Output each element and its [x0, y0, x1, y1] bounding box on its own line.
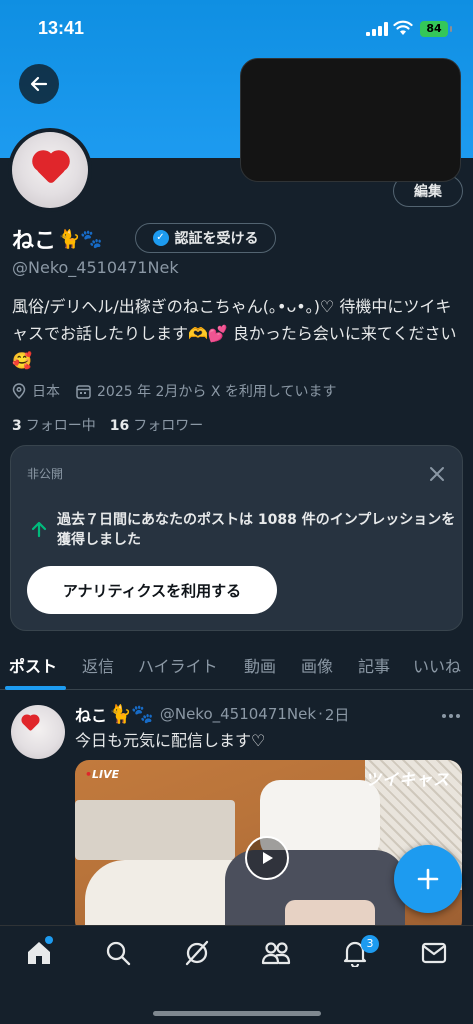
profile-bio: 風俗/デリヘル/出稼ぎのねこちゃん(｡•ᴗ•｡)♡ 待機中にツイキャスでお話した… — [12, 297, 457, 370]
live-label: •LIVE — [85, 768, 120, 781]
display-name: ねこ — [12, 229, 57, 254]
live-text: LIVE — [92, 768, 120, 781]
redacted-overlay — [240, 58, 461, 182]
play-icon — [263, 852, 273, 864]
post-text: 今日も元気に配信します♡ — [75, 731, 266, 750]
wifi-icon — [393, 20, 413, 35]
tab-replies[interactable]: 返信 — [82, 653, 114, 677]
tab-likes[interactable]: いいね — [413, 653, 461, 677]
impressions-message: 過去７日間にあなたのポストは 1088 件のインプレッションを獲得しました — [57, 512, 456, 548]
tab-videos[interactable]: 動画 — [244, 653, 276, 677]
heart-sticker — [35, 153, 67, 185]
battery-indicator: 84 — [420, 21, 452, 37]
post-video[interactable]: •LIVE ツイキャス — [75, 760, 462, 935]
avatar-image — [12, 132, 88, 208]
post-separator: · — [318, 705, 323, 723]
name-row: ねこ 🐈🐾 — [12, 224, 103, 255]
joined-item: 2025 年 2月から X を利用しています — [76, 381, 337, 401]
name-emoji: 🐈🐾 — [58, 228, 103, 250]
following-label: フォロー中 — [25, 418, 96, 434]
close-icon[interactable] — [427, 464, 447, 484]
signal-icon — [366, 22, 388, 36]
post-header: ねこ 🐈🐾 @Neko_4510471Nek · 2日 — [75, 703, 350, 726]
media-shelf — [75, 800, 235, 860]
profile-meta: 日本 2025 年 2月から X を利用しています — [12, 380, 353, 402]
post-author-handle: @Neko_4510471Nek — [159, 705, 317, 723]
post-name-emoji: 🐈🐾 — [109, 703, 154, 725]
plus-icon — [417, 868, 439, 890]
nav-messages[interactable] — [419, 938, 449, 968]
nav-search[interactable] — [103, 938, 133, 968]
heart-sticker — [22, 715, 39, 732]
following-link[interactable]: 3 フォロー中 — [12, 415, 96, 435]
status-bar: 13:41 84 — [0, 0, 473, 58]
back-button[interactable] — [19, 64, 59, 104]
private-label: 非公開 — [27, 467, 64, 481]
post-time: 2日 — [324, 705, 350, 724]
tab-highlights[interactable]: ハイライト — [138, 653, 218, 677]
profile-avatar[interactable] — [8, 128, 92, 212]
joined-text: 2025 年 2月から X を利用しています — [97, 384, 337, 400]
tab-images[interactable]: 画像 — [301, 653, 333, 677]
follow-stats: 3 フォロー中 16 フォロワー — [12, 415, 217, 435]
search-icon — [106, 941, 131, 966]
back-arrow-icon — [30, 76, 48, 92]
followers-link[interactable]: 16 フォロワー — [110, 415, 203, 435]
communities-icon — [261, 942, 291, 965]
profile-tabs: ポスト 返信 ハイライト 動画 画像 記事 いいね — [0, 640, 473, 690]
notification-badge: 3 — [361, 935, 379, 953]
get-verified-label: 認証を受ける — [174, 231, 259, 247]
post-avatar[interactable] — [11, 705, 65, 759]
home-indicator — [153, 1011, 321, 1016]
calendar-icon — [76, 384, 91, 399]
brand-label: ツイキャス — [365, 770, 451, 789]
following-count: 3 — [12, 418, 22, 434]
nav-grok[interactable] — [182, 938, 212, 968]
tab-articles[interactable]: 記事 — [358, 653, 390, 677]
verified-badge-icon: ✓ — [152, 230, 169, 246]
profile-handle: @Neko_4510471Nek — [12, 258, 179, 277]
arrow-up-icon — [31, 521, 47, 538]
location-text: 日本 — [32, 384, 60, 400]
bottom-nav: 3 — [0, 925, 473, 1024]
analytics-card: 非公開 過去７日間にあなたのポストは 1088 件のインプレッションを獲得しまし… — [10, 445, 463, 631]
location-item: 日本 — [12, 381, 60, 401]
analytics-button[interactable]: アナリティクスを利用する — [27, 566, 277, 614]
tab-posts[interactable]: ポスト — [9, 653, 57, 677]
active-tab-indicator — [5, 686, 66, 690]
status-time: 13:41 — [38, 18, 85, 38]
compose-button[interactable] — [394, 845, 462, 913]
followers-label: フォロワー — [133, 418, 204, 434]
home-unread-dot — [45, 936, 53, 944]
followers-count: 16 — [109, 418, 130, 434]
location-pin-icon — [12, 383, 26, 399]
play-button[interactable] — [245, 836, 289, 880]
nav-communities[interactable] — [261, 938, 291, 968]
get-verified-button[interactable]: ✓ 認証を受ける — [135, 223, 276, 253]
more-icon[interactable] — [441, 713, 461, 719]
post-author-name: ねこ — [75, 706, 108, 725]
mail-icon — [421, 942, 447, 964]
grok-icon — [185, 940, 209, 966]
post-item[interactable]: ねこ 🐈🐾 @Neko_4510471Nek · 2日 今日も元気に配信します♡… — [0, 691, 473, 941]
